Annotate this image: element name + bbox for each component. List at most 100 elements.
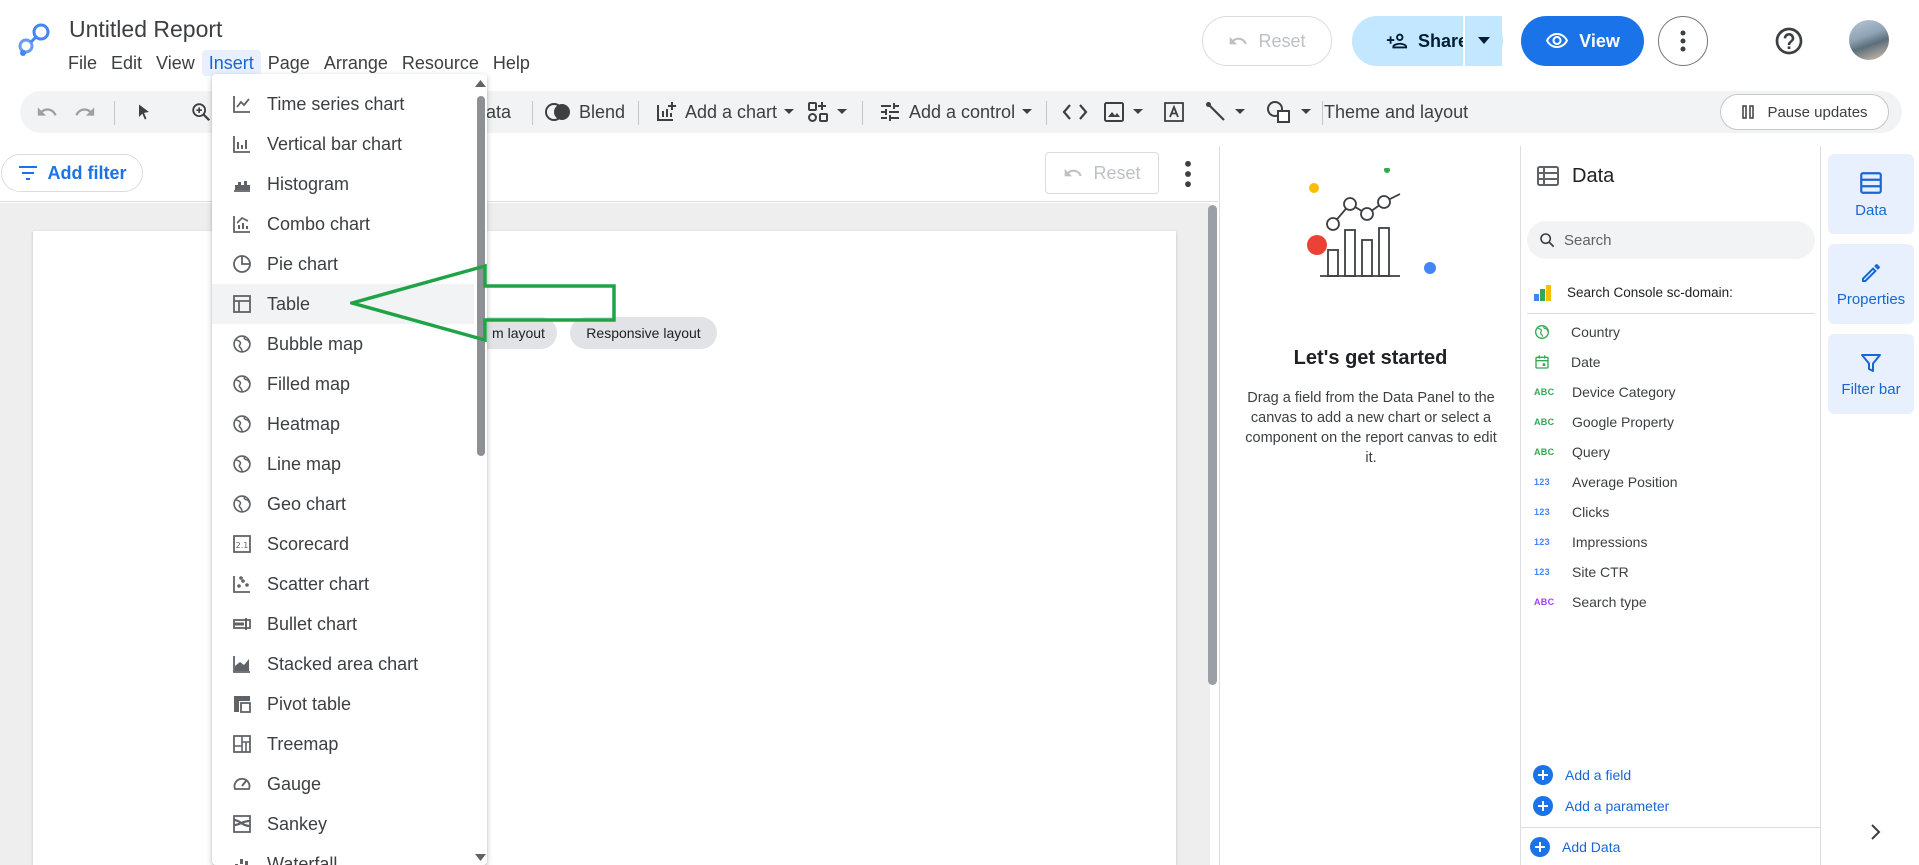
combo-chart-icon — [233, 216, 250, 233]
add-field-button[interactable]: Add a field — [1533, 765, 1631, 785]
blend-button[interactable]: Blend — [544, 91, 625, 133]
community-viz-button[interactable] — [806, 91, 847, 133]
area-chart-icon — [233, 656, 250, 673]
scroll-up-icon[interactable] — [475, 80, 486, 87]
undo-button[interactable] — [36, 91, 58, 133]
menu-page[interactable]: Page — [261, 50, 317, 76]
menu-item-sankey[interactable]: Sankey — [212, 804, 474, 844]
field-item[interactable]: ABC Google Property — [1534, 412, 1674, 432]
avatar[interactable] — [1849, 20, 1889, 60]
field-item[interactable]: ABC Search type — [1534, 592, 1647, 612]
menu-item-label: Pivot table — [267, 693, 352, 714]
bar-chart-icon — [233, 136, 250, 153]
menu-file[interactable]: File — [61, 50, 104, 76]
add-chart-icon — [657, 102, 676, 121]
add-control-icon — [881, 103, 899, 121]
header-more-button[interactable] — [1658, 16, 1708, 66]
filter-row: Add filter Reset — [0, 146, 1218, 202]
field-item[interactable]: ABC Query — [1534, 442, 1610, 462]
globe-icon — [233, 495, 251, 513]
field-name: Country — [1571, 324, 1621, 340]
menu-insert[interactable]: Insert — [201, 50, 261, 76]
menu-item-bullet-chart[interactable]: Bullet chart — [212, 604, 474, 644]
field-item[interactable]: Date — [1534, 352, 1601, 372]
field-item[interactable]: Country — [1534, 322, 1620, 342]
menu-item-treemap[interactable]: Treemap — [212, 724, 474, 764]
add-filter-button[interactable]: Add filter — [1, 154, 143, 192]
more-vert-icon — [1680, 30, 1686, 52]
menu-item-geo-chart[interactable]: Geo chart — [212, 484, 474, 524]
menu-item-label: Scorecard — [267, 533, 350, 554]
menu-item-vertical-bar-chart[interactable]: Vertical bar chart — [212, 124, 474, 164]
view-button[interactable]: View — [1521, 16, 1644, 66]
image-button[interactable] — [1102, 91, 1143, 133]
menu-item-waterfall[interactable]: Waterfall — [212, 844, 474, 865]
rail-data-button[interactable]: Data — [1828, 154, 1914, 234]
more-vert-icon[interactable] — [1178, 160, 1198, 188]
menu-item-time-series-chart[interactable]: Time series chart — [212, 84, 474, 124]
rail-data-label: Data — [1855, 201, 1887, 219]
pause-updates-button[interactable]: Pause updates — [1720, 94, 1889, 130]
toolbar-divider — [1322, 101, 1323, 125]
add-chart-label: Add a chart — [685, 101, 778, 122]
text-button[interactable] — [1162, 91, 1186, 133]
theme-layout-button[interactable]: Theme and layout — [1324, 91, 1468, 133]
menu-item-heatmap[interactable]: Heatmap — [212, 404, 474, 444]
canvas-scrollbar[interactable] — [1208, 205, 1217, 685]
add-data-source-button[interactable]: Add Data — [1530, 837, 1620, 857]
redo-button[interactable] — [74, 91, 96, 133]
zoom-button[interactable] — [190, 91, 212, 133]
field-item[interactable]: 123 Clicks — [1534, 502, 1609, 522]
field-item[interactable]: 123 Site CTR — [1534, 562, 1629, 582]
menu-item-label: Line map — [267, 453, 342, 474]
scroll-down-icon[interactable] — [475, 854, 486, 861]
annotation-arrow-icon — [350, 263, 616, 343]
looker-studio-logo-icon[interactable] — [16, 22, 52, 58]
filter-reset-button[interactable]: Reset — [1045, 152, 1159, 194]
caret-down-icon — [1301, 109, 1311, 114]
field-name: Average Position — [1572, 474, 1678, 490]
sankey-icon — [233, 815, 251, 833]
line-button[interactable] — [1204, 91, 1245, 133]
rail-properties-label: Properties — [1836, 290, 1906, 308]
field-type-badge: ABC — [1534, 597, 1555, 607]
menu-item-scorecard[interactable]: 2.1 Scorecard — [212, 524, 474, 564]
calendar-icon — [1535, 355, 1549, 369]
data-search-input[interactable]: Search — [1527, 221, 1815, 259]
add-control-button[interactable]: Add a control — [878, 91, 1033, 133]
help-icon[interactable] — [1773, 25, 1805, 57]
data-panel: Data Search Search Console sc-domain: Co… — [1520, 146, 1821, 865]
menu-arrange[interactable]: Arrange — [317, 50, 395, 76]
menu-item-gauge[interactable]: Gauge — [212, 764, 474, 804]
menu-scrollbar-track[interactable] — [474, 74, 487, 865]
add-chart-button[interactable]: Add a chart — [654, 91, 795, 133]
menu-help[interactable]: Help — [486, 50, 537, 76]
menu-item-line-map[interactable]: Line map — [212, 444, 474, 484]
shape-button[interactable] — [1266, 91, 1311, 133]
report-title[interactable]: Untitled Report — [69, 16, 222, 43]
embed-url-button[interactable] — [1062, 91, 1088, 133]
add-data-button[interactable]: ata — [486, 91, 511, 133]
menu-item-pivot-table[interactable]: Pivot table — [212, 684, 474, 724]
menu-view[interactable]: View — [149, 50, 202, 76]
data-source-row[interactable]: Search Console sc-domain: — [1533, 282, 1733, 302]
field-item[interactable]: 123 Average Position — [1534, 472, 1678, 492]
globe-icon — [233, 455, 251, 473]
menu-item-stacked-area-chart[interactable]: Stacked area chart — [212, 644, 474, 684]
select-tool-button[interactable] — [134, 91, 154, 133]
chevron-right-icon[interactable] — [1865, 822, 1885, 842]
rail-properties-button[interactable]: Properties — [1828, 244, 1914, 324]
pivot-table-icon — [234, 696, 251, 713]
rail-filter-bar-button[interactable]: Filter bar — [1828, 334, 1914, 414]
menu-edit[interactable]: Edit — [104, 50, 149, 76]
add-parameter-button[interactable]: Add a parameter — [1533, 796, 1669, 816]
header-reset-button[interactable]: Reset — [1202, 16, 1332, 66]
menu-item-filled-map[interactable]: Filled map — [212, 364, 474, 404]
menu-item-scatter-chart[interactable]: Scatter chart — [212, 564, 474, 604]
menu-item-combo-chart[interactable]: Combo chart — [212, 204, 474, 244]
field-item[interactable]: ABC Device Category — [1534, 382, 1676, 402]
caret-down-icon — [1022, 109, 1033, 114]
menu-item-histogram[interactable]: Histogram — [212, 164, 474, 204]
field-item[interactable]: 123 Impressions — [1534, 532, 1647, 552]
menu-resource[interactable]: Resource — [395, 50, 486, 76]
